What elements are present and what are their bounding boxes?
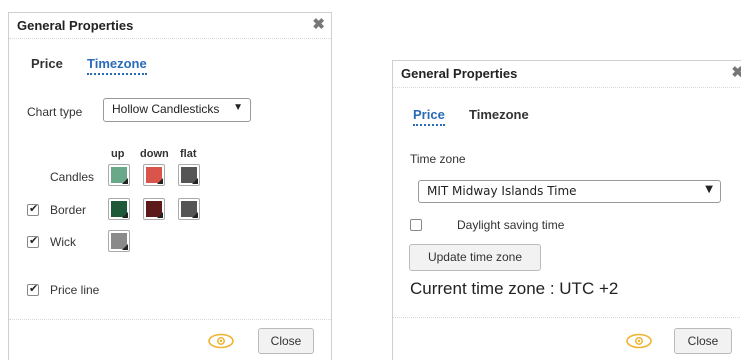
border-down-color-picker[interactable] bbox=[143, 198, 165, 220]
footer-divider bbox=[393, 317, 741, 318]
tab-price[interactable]: Price bbox=[413, 107, 445, 126]
daylight-saving-checkbox[interactable] bbox=[410, 219, 422, 231]
daylight-saving-label: Daylight saving time bbox=[457, 218, 565, 232]
close-button[interactable]: Close bbox=[258, 328, 314, 354]
candles-up-color-picker[interactable] bbox=[108, 164, 130, 186]
border-label: Border bbox=[50, 203, 87, 217]
tab-timezone[interactable]: Timezone bbox=[469, 107, 529, 124]
border-up-color-picker[interactable] bbox=[108, 198, 130, 220]
general-properties-dialog-timezone-tab: General Properties ✖ Price Timezone Char… bbox=[8, 12, 332, 360]
wick-label: Wick bbox=[50, 235, 76, 249]
eye-icon[interactable] bbox=[207, 333, 235, 349]
chart-type-value: Hollow Candlesticks bbox=[112, 102, 220, 116]
dialog-title: General Properties bbox=[401, 66, 518, 81]
dialog-titlebar[interactable]: General Properties ✖ bbox=[9, 13, 331, 39]
general-properties-dialog-price-tab: General Properties ✖ Price Timezone Time… bbox=[392, 60, 741, 360]
picker-corner-icon bbox=[157, 178, 163, 184]
chart-type-select[interactable]: Hollow Candlesticks ▼ bbox=[103, 98, 251, 122]
eye-icon[interactable] bbox=[625, 333, 653, 349]
timezone-value: MIT Midway Islands Time bbox=[427, 184, 577, 198]
price-line-label: Price line bbox=[50, 283, 100, 297]
chart-type-label: Chart type bbox=[27, 105, 83, 119]
border-checkbox[interactable] bbox=[27, 202, 39, 216]
picker-corner-icon bbox=[122, 178, 128, 184]
footer-divider bbox=[9, 319, 331, 320]
column-header-flat: flat bbox=[180, 148, 197, 160]
column-header-up: up bbox=[111, 148, 125, 160]
picker-corner-icon bbox=[192, 212, 198, 218]
timezone-label: Time zone bbox=[410, 152, 466, 166]
timezone-select[interactable]: MIT Midway Islands Time ▼ bbox=[418, 180, 721, 203]
picker-corner-icon bbox=[157, 212, 163, 218]
column-header-down: down bbox=[140, 148, 169, 160]
current-timezone-text: Current time zone : UTC +2 bbox=[410, 279, 619, 298]
border-flat-color-picker[interactable] bbox=[178, 198, 200, 220]
close-icon[interactable]: ✖ bbox=[731, 64, 741, 82]
close-icon[interactable]: ✖ bbox=[312, 16, 325, 34]
picker-corner-icon bbox=[122, 212, 128, 218]
close-button[interactable]: Close bbox=[674, 328, 732, 354]
dialog-titlebar[interactable]: General Properties ✖ bbox=[393, 61, 741, 88]
wick-color-picker[interactable] bbox=[108, 230, 130, 252]
tab-timezone[interactable]: Timezone bbox=[87, 56, 147, 75]
chevron-down-icon: ▼ bbox=[233, 102, 243, 113]
picker-corner-icon bbox=[122, 244, 128, 250]
picker-corner-icon bbox=[192, 178, 198, 184]
candles-label: Candles bbox=[50, 170, 95, 184]
chevron-down-icon: ▼ bbox=[705, 184, 713, 195]
update-timezone-button[interactable]: Update time zone bbox=[409, 244, 541, 271]
candles-flat-color-picker[interactable] bbox=[178, 164, 200, 186]
price-line-checkbox[interactable] bbox=[27, 282, 39, 296]
tab-price[interactable]: Price bbox=[31, 56, 63, 73]
dialog-title: General Properties bbox=[17, 18, 134, 33]
wick-checkbox[interactable] bbox=[27, 234, 39, 248]
candles-down-color-picker[interactable] bbox=[143, 164, 165, 186]
